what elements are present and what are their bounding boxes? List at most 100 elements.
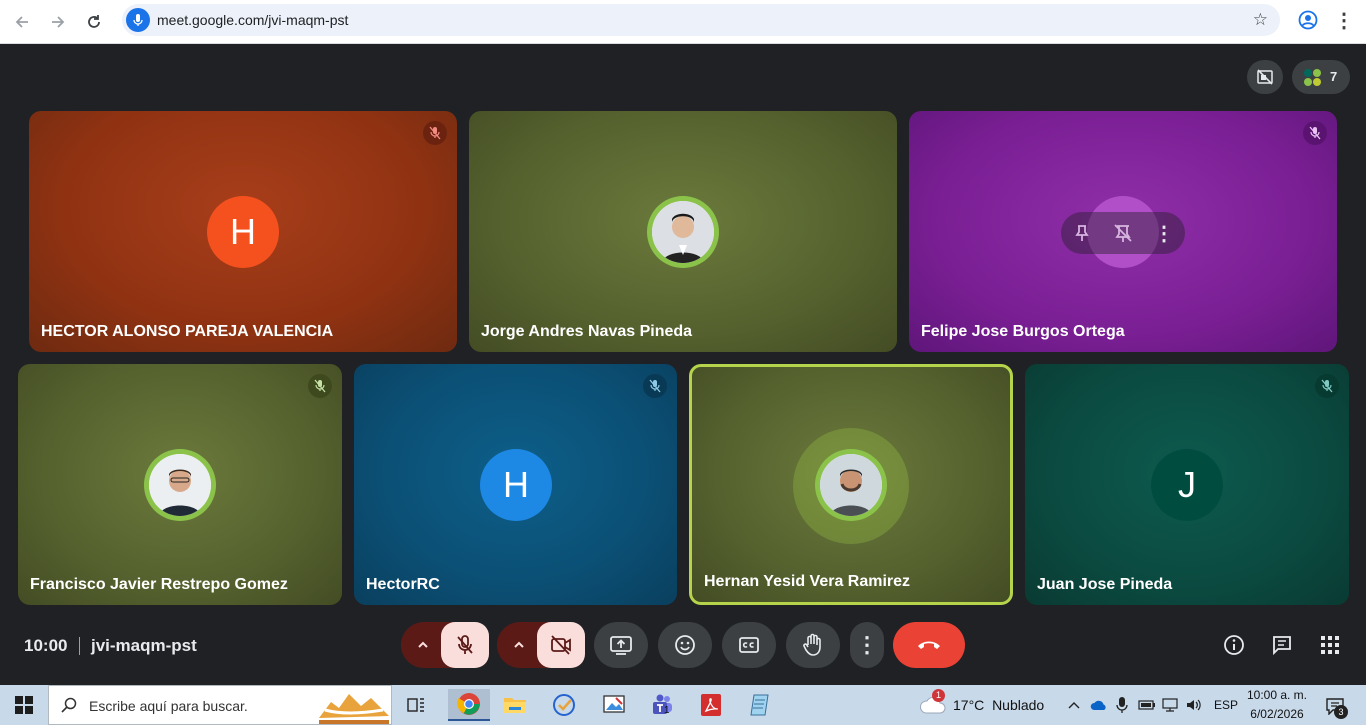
mic-off-icon [1315, 374, 1339, 398]
meeting-code: jvi-maqm-pst [91, 636, 197, 655]
meeting-clock: 10:00 [24, 636, 68, 655]
windows-start-icon[interactable] [0, 685, 48, 725]
participant-name: Juan Jose Pineda [1037, 576, 1173, 593]
mic-off-icon [457, 635, 473, 654]
tile-hover-controls: ⋮ [1061, 212, 1185, 254]
participant-name: Hernan Yesid Vera Ramirez [704, 573, 911, 590]
reload-icon[interactable] [79, 7, 109, 37]
taskbar-search[interactable]: Escribe aquí para buscar. [48, 685, 392, 725]
avatar [815, 449, 887, 521]
reactions-button[interactable] [658, 622, 712, 668]
windows-taskbar: Escribe aquí para buscar. 1 1 17°C Nubla… [0, 685, 1366, 725]
captions-button[interactable] [722, 622, 776, 668]
battery-icon[interactable] [1138, 697, 1156, 713]
avatar: H [480, 449, 552, 521]
weather-cloud-icon[interactable]: 1 [918, 689, 948, 717]
avatar [144, 449, 216, 521]
taskbar-time[interactable]: 10:00 a. m. [1246, 688, 1308, 702]
participant-name: Francisco Javier Restrepo Gomez [30, 576, 288, 593]
teams-badge: 1 [664, 705, 670, 716]
microphone-icon[interactable] [126, 8, 150, 32]
microphone-tray-icon[interactable] [1115, 696, 1129, 714]
mic-off-icon [1303, 121, 1327, 145]
remove-from-screen-icon[interactable] [1110, 220, 1136, 246]
participant-tile[interactable]: H HECTOR ALONSO PAREJA VALENCIA [29, 111, 457, 352]
mic-off-icon [643, 374, 667, 398]
participants-avatars-icon [1304, 69, 1321, 86]
forward-arrow-icon[interactable] [43, 7, 73, 37]
activities-button[interactable] [1315, 630, 1345, 660]
weather-temp: 17°C [953, 697, 985, 713]
teams-icon[interactable]: 1 [644, 689, 680, 721]
meeting-details-button[interactable] [1219, 630, 1249, 660]
avatar [647, 196, 719, 268]
search-highlight-illustration [319, 694, 389, 724]
participant-count: 7 [1330, 69, 1338, 84]
hidden-tile-icon[interactable] [1247, 60, 1283, 94]
microphone-off-button[interactable] [441, 622, 489, 668]
avatar: J [1151, 449, 1223, 521]
participant-name: Felipe Jose Burgos Ortega [921, 323, 1125, 340]
more-options-button[interactable]: ⋮ [850, 622, 884, 668]
address-bar[interactable]: meet.google.com/jvi-maqm-pst ☆ [122, 4, 1280, 36]
mic-off-icon [423, 121, 447, 145]
network-icon[interactable] [1161, 696, 1179, 714]
camera-off-button[interactable] [537, 622, 585, 668]
participant-tile[interactable]: H HectorRC [354, 364, 677, 605]
file-explorer-icon[interactable] [497, 689, 533, 721]
tasks-app-icon[interactable] [546, 689, 582, 721]
chrome-taskbar-icon[interactable] [448, 689, 490, 721]
present-icon [610, 636, 632, 655]
chat-icon [1273, 636, 1291, 656]
onedrive-icon[interactable] [1090, 697, 1108, 713]
avatar: H [207, 196, 279, 268]
participants-button[interactable]: 7 [1292, 60, 1350, 94]
acrobat-icon[interactable] [693, 689, 729, 721]
notepad-icon[interactable] [742, 689, 778, 721]
end-call-icon [918, 641, 940, 649]
search-placeholder: Escribe aquí para buscar. [89, 698, 248, 714]
participant-name: Jorge Andres Navas Pineda [481, 323, 693, 340]
apps-grid-icon [1321, 636, 1339, 654]
chevron-up-icon[interactable] [411, 633, 435, 657]
camera-control-group [497, 622, 585, 668]
participant-name: HectorRC [366, 576, 440, 593]
task-view-icon[interactable] [398, 689, 434, 721]
info-icon [1224, 635, 1244, 655]
divider [79, 637, 80, 655]
participant-tile[interactable]: Jorge Andres Navas Pineda [469, 111, 897, 352]
participant-tile[interactable]: ⋮ Felipe Jose Burgos Ortega [909, 111, 1337, 352]
leave-call-button[interactable] [893, 622, 965, 668]
search-icon [61, 697, 77, 713]
raise-hand-button[interactable] [786, 622, 840, 668]
chevron-up-icon[interactable] [1066, 697, 1082, 713]
participant-tile[interactable]: Francisco Javier Restrepo Gomez [18, 364, 342, 605]
participant-tile[interactable]: J Juan Jose Pineda [1025, 364, 1349, 605]
taskbar-date[interactable]: 6/02/2026 [1246, 707, 1308, 721]
weather-description: Nublado [992, 697, 1045, 713]
back-arrow-icon[interactable] [7, 7, 37, 37]
notification-count: 3 [1334, 705, 1348, 719]
profile-icon[interactable] [1296, 8, 1320, 32]
bookmark-star-icon[interactable]: ☆ [1253, 10, 1268, 30]
weather-badge: 1 [932, 689, 945, 702]
mic-control-group [401, 622, 489, 668]
camera-off-icon [551, 635, 571, 655]
notifications-icon[interactable]: 3 [1322, 693, 1348, 719]
pin-icon[interactable] [1069, 220, 1095, 246]
present-screen-button[interactable] [594, 622, 648, 668]
closed-captions-icon [739, 637, 759, 653]
participant-tile-active-speaker[interactable]: Hernan Yesid Vera Ramirez [689, 364, 1013, 605]
snipping-tool-icon[interactable] [596, 689, 632, 721]
input-language[interactable]: ESP [1214, 698, 1238, 712]
volume-icon[interactable] [1185, 696, 1203, 714]
browser-toolbar: meet.google.com/jvi-maqm-pst ☆ ⋮ [0, 0, 1366, 44]
meet-stage: 7 H HECTOR ALONSO PAREJA VALENCIA Jorge … [0, 44, 1366, 685]
chat-button[interactable] [1267, 630, 1297, 660]
more-options-icon[interactable]: ⋮ [1151, 220, 1177, 246]
chevron-up-icon[interactable] [507, 633, 531, 657]
weather-text[interactable]: 17°C Nublado [953, 697, 1044, 713]
participant-name: HECTOR ALONSO PAREJA VALENCIA [41, 323, 334, 340]
browser-menu-icon[interactable]: ⋮ [1332, 8, 1356, 32]
url-text[interactable]: meet.google.com/jvi-maqm-pst [157, 12, 348, 28]
